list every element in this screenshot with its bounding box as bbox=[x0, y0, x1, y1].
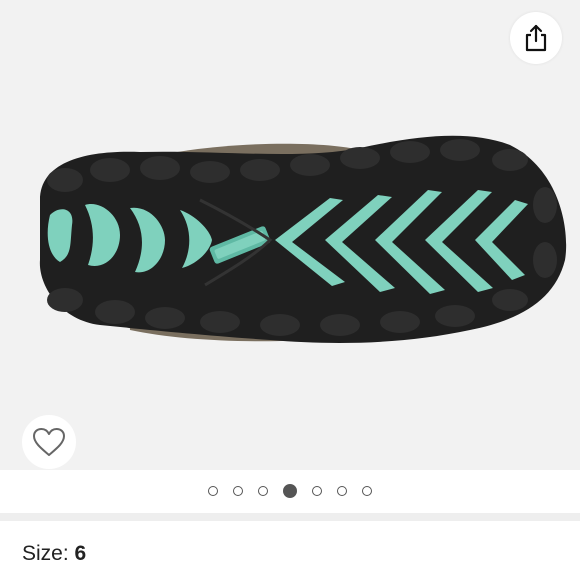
size-value: 6 bbox=[74, 542, 87, 565]
carousel-dot-6[interactable] bbox=[337, 486, 347, 496]
share-button[interactable] bbox=[510, 12, 562, 64]
carousel-dot-7[interactable] bbox=[362, 486, 372, 496]
carousel-dot-5[interactable] bbox=[312, 486, 322, 496]
size-row: Size: 6 bbox=[22, 542, 86, 566]
carousel-indicator bbox=[0, 478, 580, 504]
carousel-dot-1[interactable] bbox=[208, 486, 218, 496]
shoe-outsole-image bbox=[39, 135, 567, 343]
carousel-dot-2[interactable] bbox=[233, 486, 243, 496]
like-button[interactable] bbox=[22, 415, 76, 469]
section-divider bbox=[0, 513, 580, 521]
carousel-dot-3[interactable] bbox=[258, 486, 268, 496]
size-label: Size: bbox=[22, 542, 69, 565]
share-icon bbox=[525, 24, 547, 52]
product-image-area[interactable] bbox=[0, 0, 580, 470]
carousel-dot-4-active[interactable] bbox=[283, 484, 297, 498]
heart-outline-icon bbox=[33, 428, 65, 456]
